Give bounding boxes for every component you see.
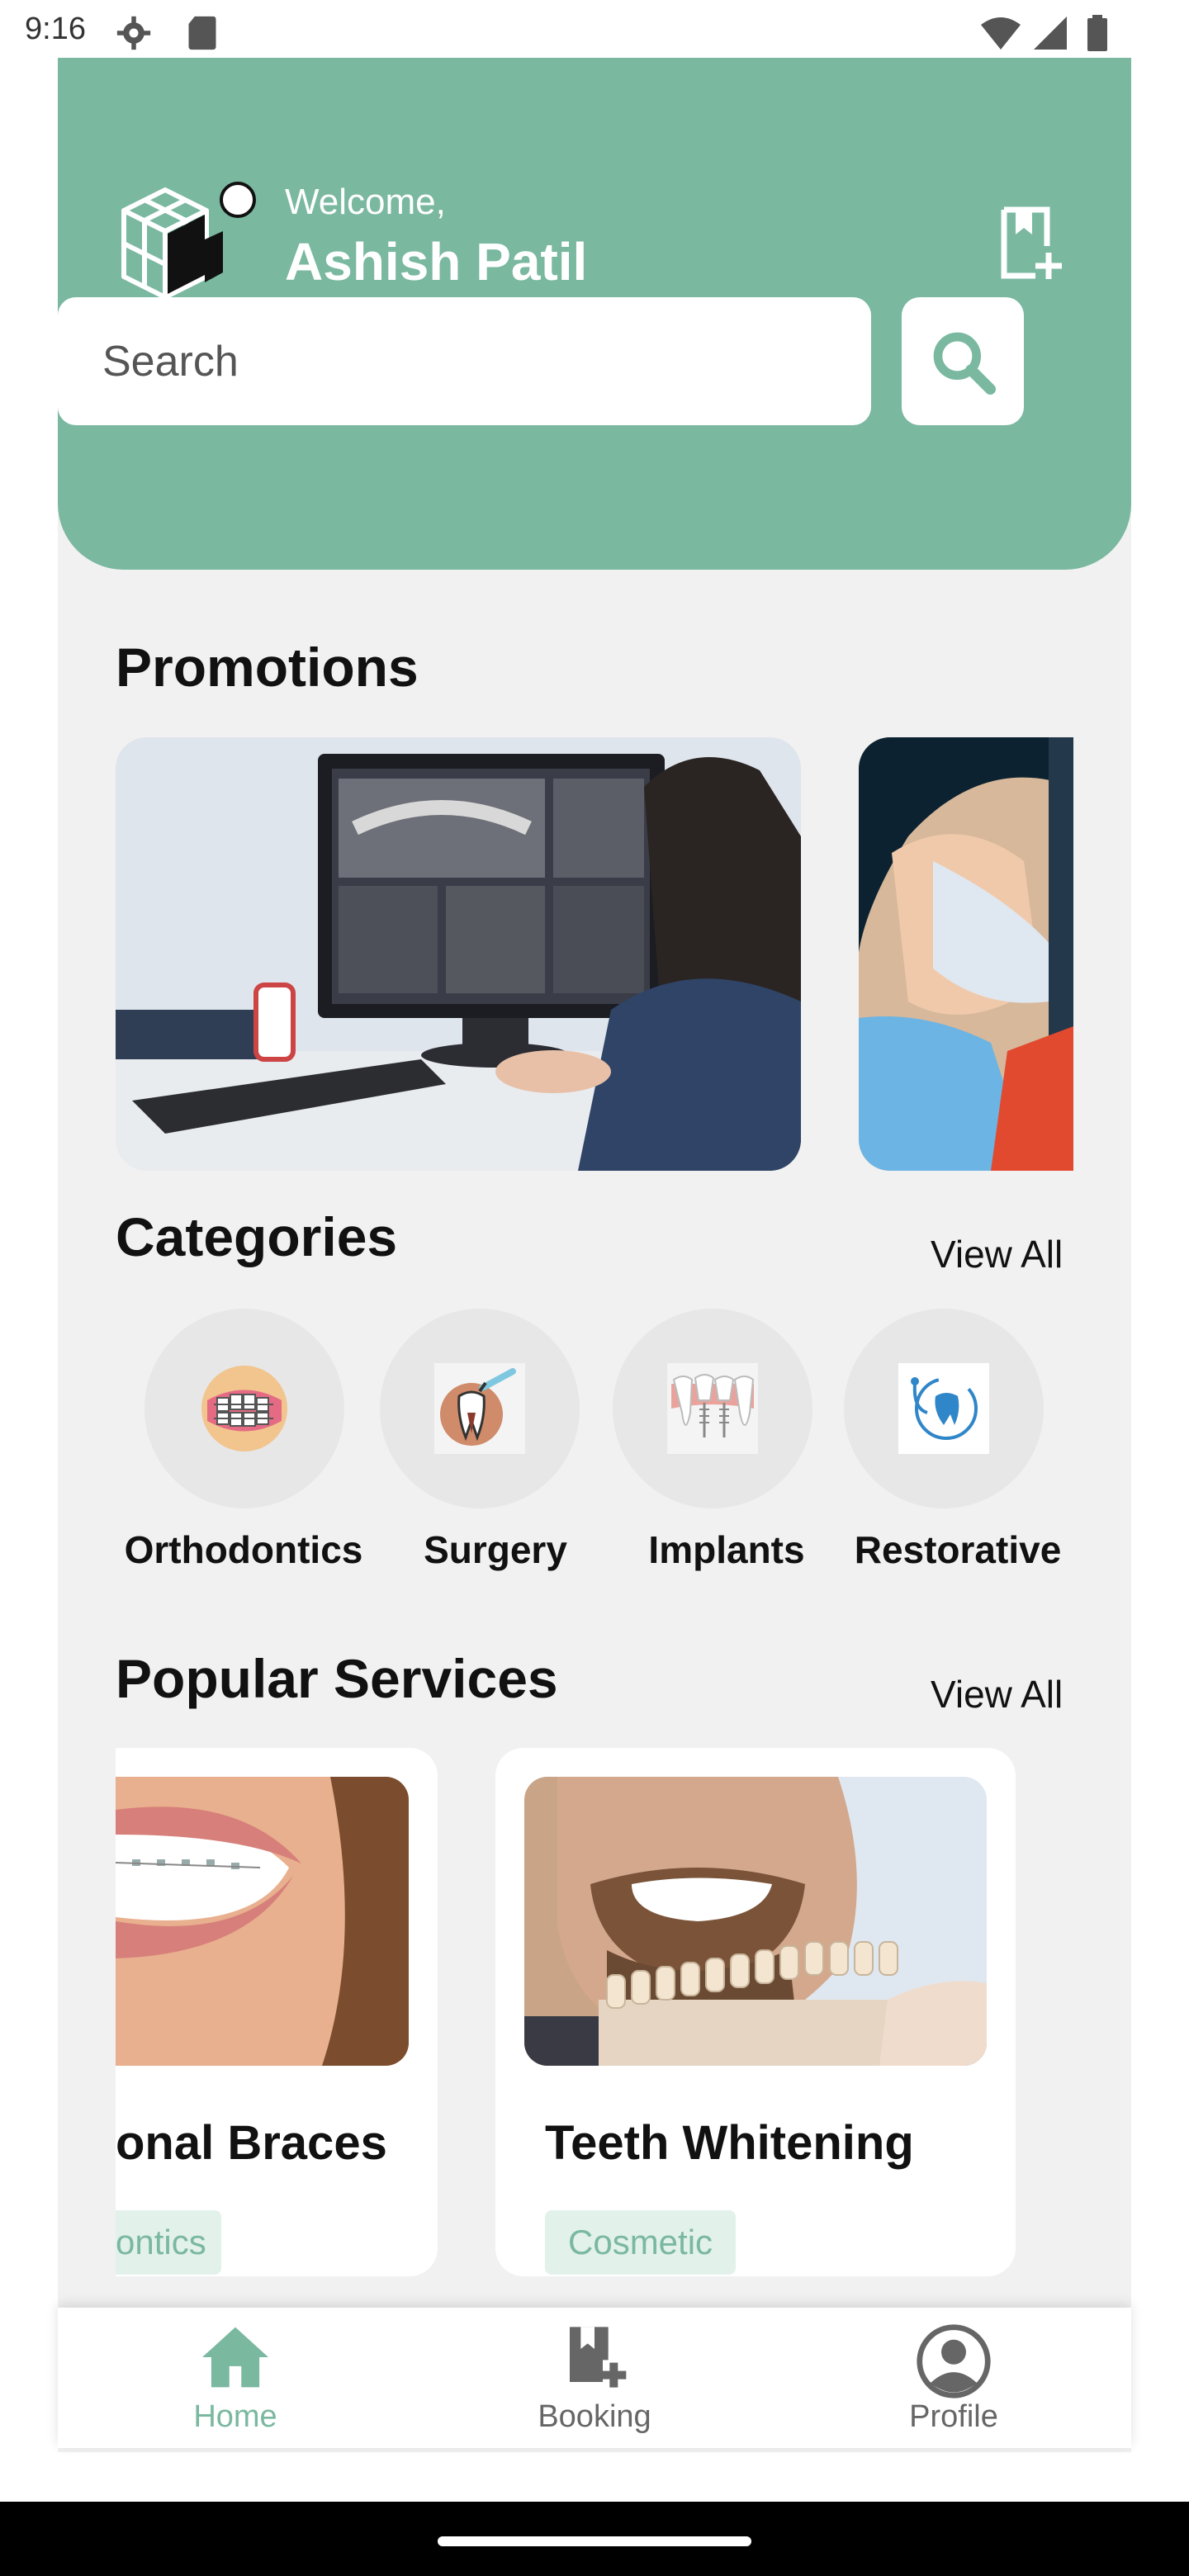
- categories-title: Categories: [116, 1206, 398, 1267]
- service-tag-braces: ontics: [116, 2210, 221, 2275]
- search-button[interactable]: [902, 297, 1024, 425]
- status-time: 9:16: [25, 12, 86, 46]
- promo-image-dentist: [859, 737, 1073, 1171]
- app-logo: [121, 182, 256, 300]
- category-label-implants: Implants: [648, 1528, 805, 1571]
- popular-services-title: Popular Services: [116, 1648, 558, 1709]
- promotion-banner-1[interactable]: [116, 737, 801, 1171]
- promo-image-xray: [116, 737, 801, 1171]
- wifi-icon: [981, 17, 1021, 50]
- tooth-stethoscope-icon: [898, 1363, 989, 1454]
- nav-home[interactable]: Home: [128, 2324, 343, 2435]
- nav-home-label: Home: [193, 2399, 277, 2434]
- signal-icon: [1034, 17, 1067, 50]
- category-restorative[interactable]: [844, 1309, 1044, 1508]
- teeth-whitening-image: [524, 1777, 987, 2066]
- category-label-restorative: Restorative: [854, 1528, 1062, 1571]
- service-tag-whitening: Cosmetic: [545, 2210, 737, 2275]
- settings-icon: [116, 16, 151, 50]
- search-icon: [933, 332, 996, 395]
- search-field[interactable]: [58, 297, 871, 425]
- service-card-braces[interactable]: onal Braces ontics: [116, 1748, 438, 2276]
- tooth-implant-icon: [667, 1363, 758, 1454]
- battery-icon: [1087, 15, 1107, 51]
- promotions-title: Promotions: [116, 637, 419, 698]
- service-title-braces: onal Braces: [116, 2116, 387, 2170]
- promotion-banner-2[interactable]: [859, 737, 1073, 1171]
- user-name: Ashish Patil: [285, 232, 588, 291]
- search-input[interactable]: [101, 335, 831, 387]
- profile-icon: [917, 2324, 991, 2398]
- category-orthodontics[interactable]: [144, 1309, 344, 1508]
- tooth-surgery-icon: [434, 1363, 525, 1454]
- booking-icon: [570, 2327, 627, 2388]
- bottom-navigation: Home Booking Profile: [58, 2308, 1131, 2448]
- categories-view-all[interactable]: View All: [931, 1232, 1063, 1276]
- braces-smile-image: [116, 1777, 409, 2066]
- nav-profile[interactable]: Profile: [846, 2324, 1061, 2435]
- nav-booking-label: Booking: [538, 2399, 651, 2434]
- service-image-whitening: [524, 1777, 987, 2066]
- service-image-braces: [116, 1777, 409, 2066]
- status-bar: 9:16: [0, 0, 1189, 58]
- service-card-teeth-whitening[interactable]: Teeth Whitening Cosmetic: [495, 1748, 1016, 2276]
- nav-profile-label: Profile: [909, 2399, 998, 2434]
- braces-icon: [201, 1366, 287, 1451]
- category-implants[interactable]: [613, 1309, 812, 1508]
- sd-card-icon: [188, 16, 216, 50]
- home-gesture-handle[interactable]: [438, 2536, 751, 2546]
- add-booking-icon[interactable]: [999, 206, 1065, 281]
- home-icon: [202, 2327, 268, 2388]
- nav-booking[interactable]: Booking: [487, 2324, 702, 2435]
- popular-services-view-all[interactable]: View All: [931, 1672, 1063, 1717]
- welcome-text: Welcome,: [285, 182, 446, 222]
- category-label-orthodontics: Orthodontics: [124, 1528, 363, 1571]
- service-title-whitening: Teeth Whitening: [545, 2116, 914, 2170]
- category-surgery[interactable]: [380, 1309, 580, 1508]
- category-label-surgery: Surgery: [424, 1528, 567, 1571]
